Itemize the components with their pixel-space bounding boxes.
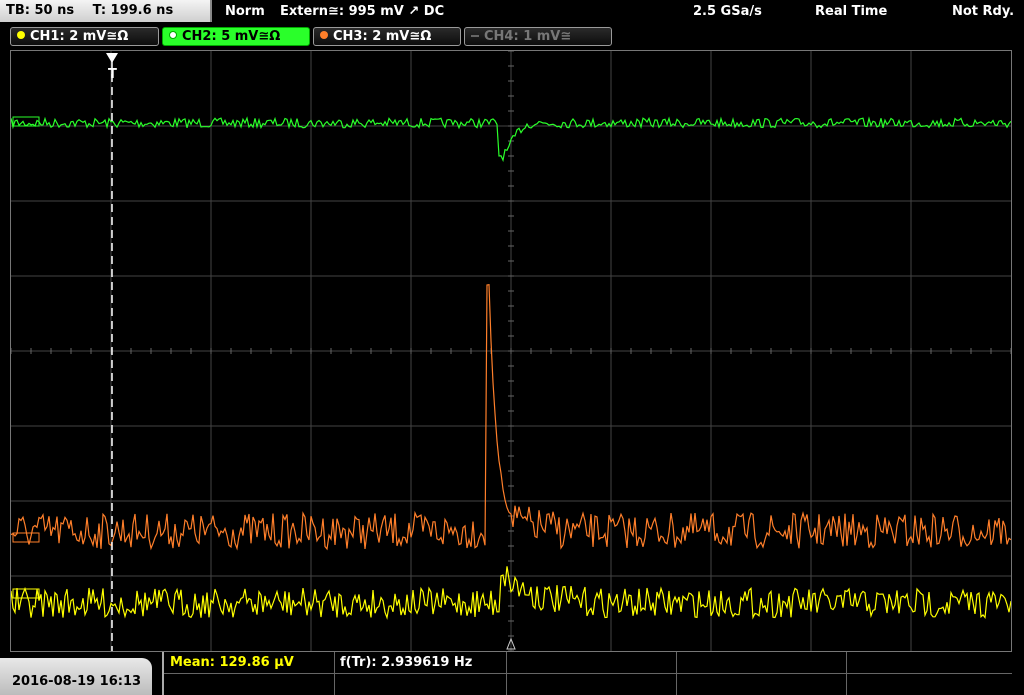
trigger-mode[interactable]: Norm bbox=[225, 0, 265, 24]
trigger-position-marker-icon[interactable] bbox=[106, 53, 118, 63]
trigger-t-marker-icon: T bbox=[108, 67, 117, 82]
measurement-divider bbox=[846, 652, 847, 695]
channel-3-dot-icon bbox=[320, 31, 328, 39]
acquisition-mode: Real Time bbox=[815, 4, 888, 19]
datetime-label: 2016-08-19 16:13 bbox=[12, 674, 142, 689]
timebase-label: TB: 50 ns bbox=[6, 3, 75, 18]
top-status-bar: TB: 50 ns T: 199.6 ns Norm Extern≅: 995 … bbox=[0, 0, 1024, 24]
measurement-divider bbox=[506, 652, 507, 695]
measurement-panel[interactable]: Mean: 129.86 µV f(Tr): 2.939619 Hz bbox=[162, 652, 1012, 695]
mean-measurement[interactable]: Mean: 129.86 µV bbox=[170, 653, 294, 673]
measurement-divider bbox=[676, 652, 677, 695]
channel-2-dot-icon bbox=[169, 31, 177, 39]
channel-1-tab[interactable]: CH1: 2 mV≅Ω bbox=[10, 27, 159, 46]
channel-1-dot-icon bbox=[17, 31, 25, 39]
frequency-measurement[interactable]: f(Tr): 2.939619 Hz bbox=[340, 653, 472, 673]
channel-4-tab[interactable]: CH4: 1 mV≅ bbox=[464, 27, 612, 46]
channel-3-label: CH3: 2 mV≅Ω bbox=[333, 29, 432, 44]
datetime-box: 2016-08-19 16:13 bbox=[0, 658, 152, 695]
measurement-divider bbox=[334, 652, 335, 695]
trigger-time-label: T: 199.6 ns bbox=[92, 3, 174, 18]
channel-2-tab[interactable]: CH2: 5 mV≅Ω bbox=[162, 27, 310, 46]
waveform-canvas: T bbox=[10, 50, 1012, 652]
channel-4-label: CH4: 1 mV≅ bbox=[484, 29, 572, 44]
channel-1-label: CH1: 2 mV≅Ω bbox=[30, 29, 129, 44]
channel-2-label: CH2: 5 mV≅Ω bbox=[182, 29, 281, 44]
bottom-bar: 2016-08-19 16:13 Mean: 129.86 µV f(Tr): … bbox=[0, 652, 1024, 695]
sample-rate: 2.5 GSa/s bbox=[693, 4, 762, 19]
channel-bar: CH1: 2 mV≅Ω CH2: 5 mV≅Ω CH3: 2 mV≅Ω CH4:… bbox=[0, 24, 1024, 50]
measurement-divider bbox=[164, 673, 1012, 674]
trigger-source[interactable]: Extern≅: 995 mV ↗ DC bbox=[280, 0, 444, 24]
timebase-box[interactable]: TB: 50 ns T: 199.6 ns bbox=[0, 0, 212, 22]
run-status: Not Rdy. bbox=[952, 4, 1015, 19]
channel-4-dash-icon bbox=[471, 35, 479, 37]
waveform-display[interactable]: T bbox=[10, 50, 1012, 652]
channel-3-tab[interactable]: CH3: 2 mV≅Ω bbox=[313, 27, 461, 46]
